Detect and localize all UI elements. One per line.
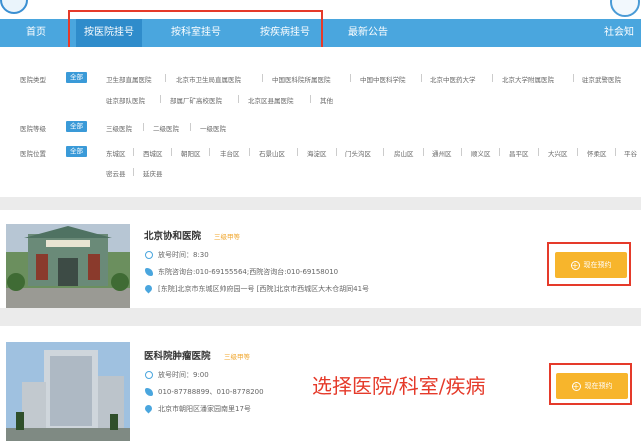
divider [190,123,191,131]
level-option[interactable]: 二级医院 [153,123,179,133]
type-option[interactable]: 北京区县属医院 [248,95,294,105]
level-option[interactable]: 三级医院 [106,123,132,133]
nav-social[interactable]: 社会知 [604,19,641,47]
divider [249,148,250,156]
divider [499,148,500,156]
district-option[interactable]: 平谷 [624,148,637,158]
divider [350,74,351,82]
level-label: 医院等级 [20,125,46,133]
divider [297,148,298,156]
site-logo [0,0,28,14]
district-option[interactable]: 延庆县 [143,168,163,178]
hospital-photo [6,224,130,308]
district-option[interactable]: 石景山区 [259,148,285,158]
phone-icon [145,388,153,396]
location-all-button[interactable]: 全部 [66,146,87,157]
nav-announcements[interactable]: 最新公告 [340,19,396,47]
divider [423,148,424,156]
district-option[interactable]: 密云县 [106,168,126,178]
divider [615,148,616,156]
district-option[interactable]: 怀柔区 [587,148,607,158]
divider [133,168,134,176]
divider [238,95,239,103]
divider [421,74,422,82]
divider [262,74,263,82]
type-option[interactable]: 其他 [320,95,333,105]
divider [538,148,539,156]
district-option[interactable]: 丰台区 [220,148,240,158]
type-option[interactable]: 北京大学附属医院 [502,74,554,84]
divider [461,148,462,156]
type-option[interactable]: 中国医科院所属医院 [272,74,331,84]
divider [160,95,161,103]
book-highlight-box [547,242,631,286]
hospital-phone: 010-87788899、010-8778200 [158,388,264,396]
annotation-text: 选择医院/科室/疾病 [312,374,486,398]
divider [310,95,311,103]
divider [165,74,166,82]
hospital-name[interactable]: 医科院肿瘤医院 [144,348,211,362]
type-label: 医院类型 [20,76,46,84]
release-time: 放号时间：9:00 [158,371,209,379]
district-option[interactable]: 门头沟区 [345,148,371,158]
nav-home[interactable]: 首页 [16,19,56,47]
hospital-photo [6,342,130,441]
district-option[interactable]: 通州区 [432,148,452,158]
book-highlight-box [549,363,632,405]
partner-logo [610,0,640,17]
type-option[interactable]: 驻京部队医院 [106,95,145,105]
hospital-address: [东院]北京市东城区帅府园一号 [西院]北京市西城区大木仓胡同41号 [158,285,370,293]
district-option[interactable]: 朝阳区 [181,148,201,158]
type-option[interactable]: 部属厂矿高校医院 [170,95,222,105]
hospital-phone: 东院咨询台:010-69155564;西院咨询台:010-69158010 [158,268,339,276]
hospital-name[interactable]: 北京协和医院 [144,228,201,242]
release-time: 放号时间：8:30 [158,251,209,259]
hospital-card: 北京协和医院 三级甲等 放号时间：8:30 东院咨询台:010-69155564… [0,210,641,308]
type-option[interactable]: 中国中医科学院 [360,74,406,84]
type-option[interactable]: 北京市卫生局直属医院 [176,74,241,84]
district-option[interactable]: 顺义区 [471,148,491,158]
divider [336,148,337,156]
filter-panel: 医院类型 全部 卫生部直属医院 北京市卫生局直属医院 中国医科院所属医院 中国中… [0,47,641,197]
district-option[interactable]: 大兴区 [548,148,568,158]
type-option[interactable]: 北京中医药大学 [430,74,476,84]
district-option[interactable]: 昌平区 [509,148,529,158]
divider [577,148,578,156]
district-option[interactable]: 西城区 [143,148,163,158]
hospital-grade: 三级甲等 [214,233,240,241]
divider [133,148,134,156]
location-pin-icon [143,403,154,414]
district-option[interactable]: 东城区 [106,148,126,158]
phone-icon [145,268,153,276]
divider [492,74,493,82]
divider [573,74,574,82]
hospital-address: 北京市朝阳区潘家园南里17号 [158,405,251,413]
level-all-button[interactable]: 全部 [66,121,87,132]
district-option[interactable]: 海淀区 [307,148,327,158]
divider [209,148,210,156]
hospital-grade: 三级甲等 [224,353,250,361]
type-option[interactable]: 卫生部直属医院 [106,74,152,84]
divider [383,148,384,156]
location-pin-icon [143,283,154,294]
level-option[interactable]: 一级医院 [200,123,226,133]
clock-icon [145,371,153,379]
location-label: 医院位置 [20,150,46,158]
type-all-button[interactable]: 全部 [66,72,87,83]
clock-icon [145,251,153,259]
type-option[interactable]: 驻京武警医院 [582,74,621,84]
divider [143,123,144,131]
district-option[interactable]: 房山区 [394,148,414,158]
divider [171,148,172,156]
